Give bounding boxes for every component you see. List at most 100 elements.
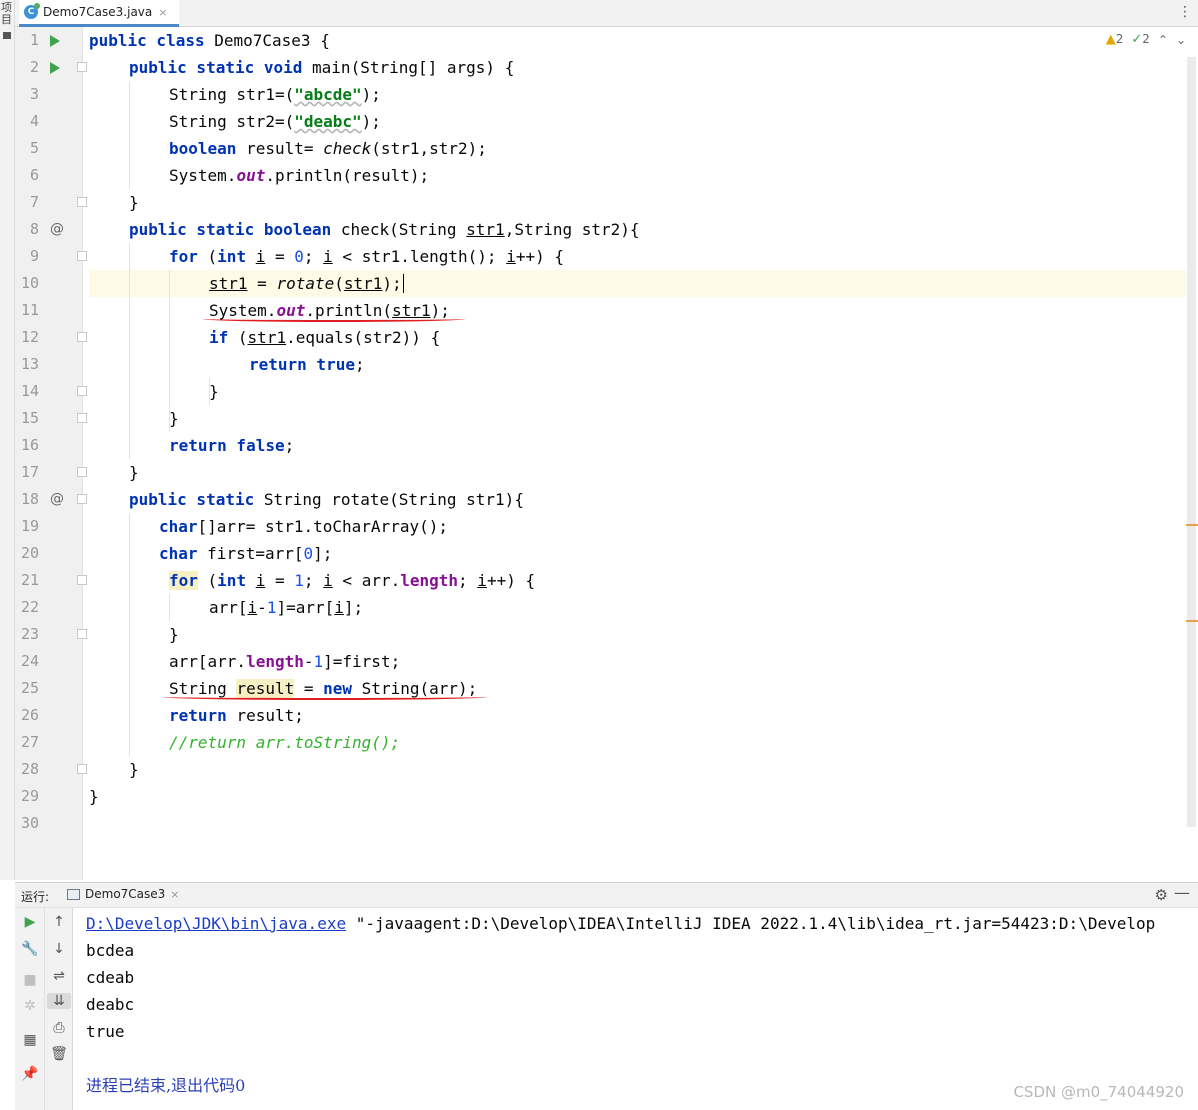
console-output-line: true <box>86 1022 125 1041</box>
line-number: 1 <box>29 31 39 49</box>
fold-icon[interactable] <box>77 575 87 585</box>
warning-stripe-mark[interactable] <box>1186 620 1198 622</box>
line-number: 14 <box>20 382 39 400</box>
line-number: 29 <box>20 787 39 805</box>
line-number: 16 <box>20 436 39 454</box>
console-output-line: cdeab <box>86 968 135 987</box>
project-strip-char-1: 项 <box>1 1 12 14</box>
java-exe-link[interactable]: D:\Develop\JDK\bin\java.exe <box>86 914 346 933</box>
fold-icon[interactable] <box>77 467 87 477</box>
line-number: 4 <box>29 112 39 130</box>
code-line-23: } <box>169 625 179 644</box>
line-number: 8 <box>29 220 39 238</box>
line-number: 23 <box>20 625 39 643</box>
line-number: 2 <box>29 58 39 76</box>
editor-gutter: 1 2 3 4 5 6 7 8 9 10 11 12 13 14 15 16 1… <box>15 27 87 880</box>
run-panel-label: 运行: <box>21 890 50 904</box>
prev-highlight-icon[interactable]: ⌃ <box>1158 33 1168 47</box>
gear-icon[interactable]: ⚙ <box>1155 886 1168 904</box>
line-number: 13 <box>20 355 39 373</box>
fold-icon[interactable] <box>77 413 87 423</box>
line-number: 28 <box>20 760 39 778</box>
inspection-widget[interactable]: ▲2 ✓2 ⌃ ⌄ <box>1106 32 1186 47</box>
scroll-to-end-icon[interactable]: ⇊ <box>47 993 71 1009</box>
fold-icon[interactable] <box>77 629 87 639</box>
close-run-tab-icon[interactable]: × <box>170 888 179 901</box>
line-number: 20 <box>20 544 39 562</box>
fold-icon[interactable] <box>77 494 87 504</box>
line-number: 22 <box>20 598 39 616</box>
code-line-19: char[]arr= str1.toCharArray(); <box>159 517 448 536</box>
dump-threads-icon[interactable]: ✲ <box>15 998 45 1014</box>
fold-icon[interactable] <box>77 386 87 396</box>
trash-icon[interactable]: 🗑 <box>45 1046 73 1062</box>
layout-icon[interactable]: ▦ <box>15 1032 45 1048</box>
run-class-icon[interactable] <box>50 35 60 47</box>
indent-guide <box>129 513 130 756</box>
pin-icon[interactable]: 📌 <box>15 1066 45 1082</box>
project-tool-strip[interactable]: 项 目 <box>0 0 15 880</box>
run-panel-header: 运行: Demo7Case3 × ⚙ — <box>15 882 1198 908</box>
code-line-6: System.out.println(result); <box>169 166 430 185</box>
next-highlight-icon[interactable]: ⌄ <box>1176 33 1186 47</box>
rerun-icon[interactable]: ▶ <box>15 914 45 930</box>
console-output-line: deabc <box>86 995 135 1014</box>
code-line-27: //return arr.toString(); <box>169 733 401 752</box>
indent-guide <box>129 243 130 459</box>
override-marker-icon[interactable]: @ <box>50 486 64 513</box>
line-number: 3 <box>29 85 39 103</box>
code-line-20: char first=arr[0]; <box>159 544 333 563</box>
line-number: 17 <box>20 463 39 481</box>
fold-icon[interactable] <box>77 764 87 774</box>
override-marker-icon[interactable]: @ <box>50 216 64 243</box>
structure-icon[interactable] <box>3 32 11 39</box>
java-class-icon: C <box>24 3 40 19</box>
line-number: 7 <box>29 193 39 211</box>
console-output[interactable]: D:\Develop\JDK\bin\java.exe "-javaagent:… <box>74 908 1198 1110</box>
down-arrow-icon[interactable]: ↓ <box>45 941 73 957</box>
run-tab-demo7case3[interactable]: Demo7Case3 × <box>67 887 180 901</box>
typo-count[interactable]: ✓2 <box>1131 32 1150 47</box>
code-line-21: for (int i = 1; i < arr.length; i++) { <box>169 571 536 590</box>
tab-demo7case3[interactable]: C Demo7Case3.java × <box>19 0 179 27</box>
warning-count[interactable]: ▲2 <box>1106 32 1124 47</box>
red-annotation-underline <box>203 316 465 322</box>
fold-icon[interactable] <box>77 332 87 342</box>
minimize-icon[interactable]: — <box>1174 883 1190 902</box>
up-arrow-icon[interactable]: ↑ <box>45 914 73 930</box>
code-line-9: for (int i = 0; i < str1.length(); i++) … <box>169 247 564 266</box>
fold-icon[interactable] <box>77 197 87 207</box>
line-number: 24 <box>20 652 39 670</box>
print-icon[interactable]: ⎙ <box>45 1020 73 1036</box>
code-line-26: return result; <box>169 706 304 725</box>
more-icon[interactable]: ⋮ <box>1178 4 1192 20</box>
run-main-icon[interactable] <box>50 62 60 74</box>
code-area[interactable]: public class Demo7Case3 { public static … <box>89 27 1186 880</box>
fold-icon[interactable] <box>77 62 87 72</box>
editor-scrollbar[interactable] <box>1187 57 1196 827</box>
line-number: 21 <box>20 571 39 589</box>
line-number: 15 <box>20 409 39 427</box>
red-annotation-underline <box>163 694 487 700</box>
code-line-12: if (str1.equals(str2)) { <box>209 328 441 347</box>
code-line-5: boolean result= check(str1,str2); <box>169 139 487 158</box>
tab-label: Demo7Case3.java <box>43 5 153 19</box>
soft-wrap-icon[interactable]: ⇌ <box>45 968 73 984</box>
project-strip-char-2: 目 <box>1 13 12 26</box>
indent-guide <box>169 594 170 621</box>
editor-tab-bar: C Demo7Case3.java × ⋮ <box>15 0 1198 27</box>
code-line-14: } <box>209 382 219 401</box>
code-editor[interactable]: 1 2 3 4 5 6 7 8 9 10 11 12 13 14 15 16 1… <box>15 27 1198 880</box>
code-line-7: } <box>129 193 139 212</box>
process-exit-message: 进程已结束,退出代码0 <box>86 1076 246 1095</box>
code-line-15: } <box>169 409 179 428</box>
close-tab-icon[interactable]: × <box>158 6 167 19</box>
line-number: 30 <box>20 814 39 832</box>
line-number: 10 <box>20 274 39 292</box>
line-number: 18 <box>20 490 39 508</box>
warning-stripe-mark[interactable] <box>1186 524 1198 526</box>
code-line-29: } <box>89 787 99 806</box>
stop-icon[interactable]: ■ <box>15 972 45 988</box>
fold-icon[interactable] <box>77 251 87 261</box>
wrench-icon[interactable]: 🔧 <box>15 941 45 957</box>
